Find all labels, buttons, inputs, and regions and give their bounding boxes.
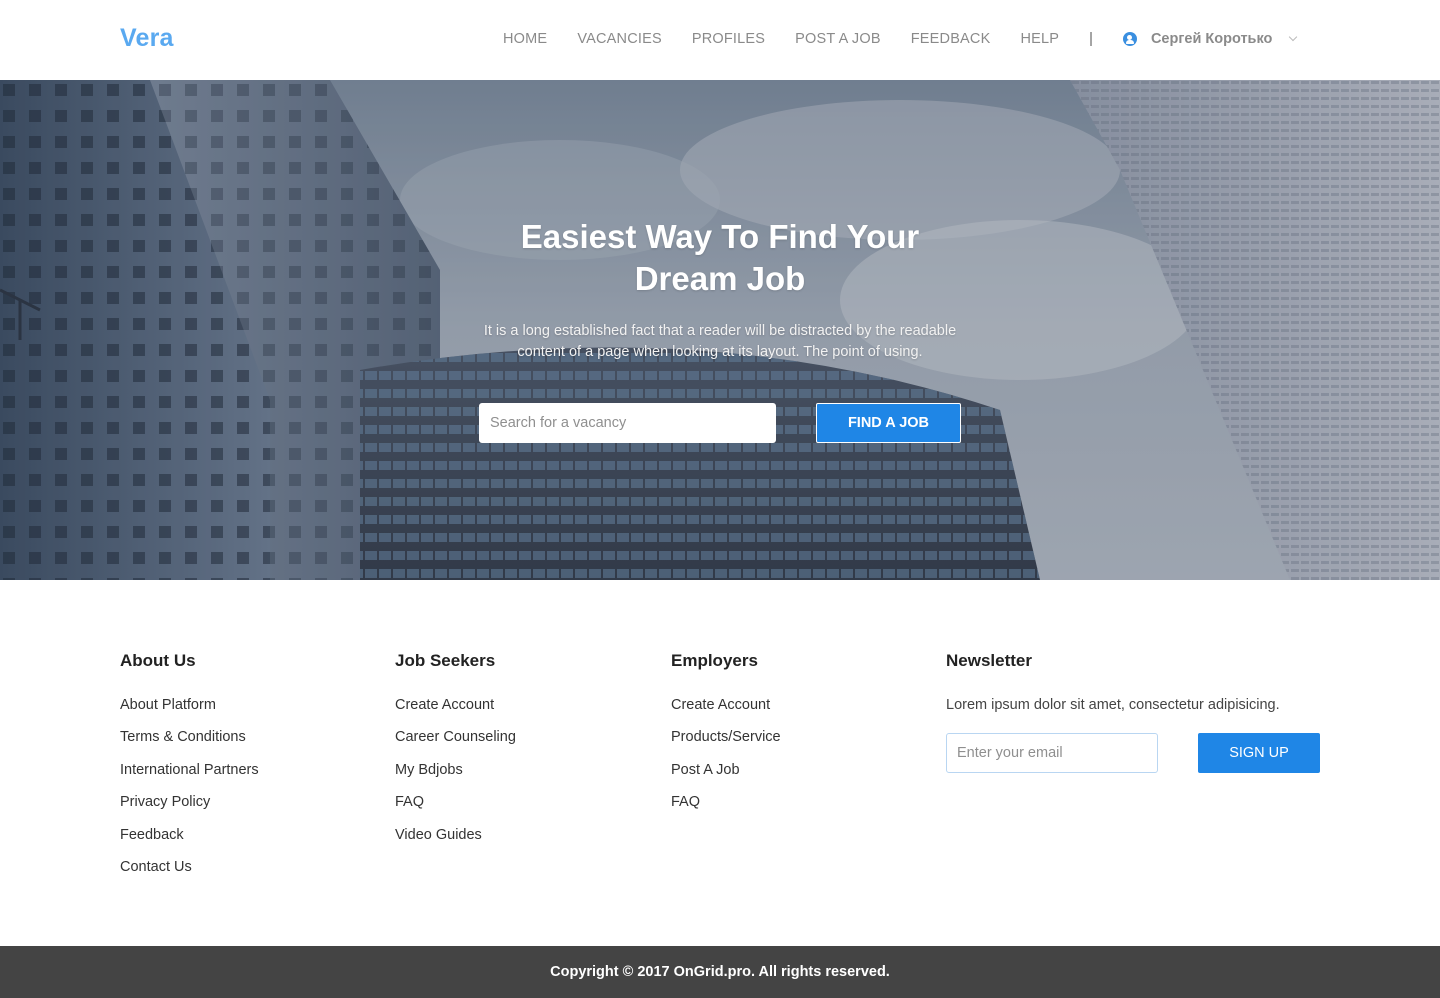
vacancy-search-input[interactable] xyxy=(479,403,776,443)
newsletter-text: Lorem ipsum dolor sit amet, consectetur … xyxy=(946,697,1280,713)
footer-seekers-link[interactable]: Video Guides xyxy=(395,827,482,843)
nav-help[interactable]: HELP xyxy=(1020,31,1059,47)
nav-feedback[interactable]: FEEDBACK xyxy=(911,31,991,47)
footer-about-link[interactable]: Privacy Policy xyxy=(120,794,210,810)
nav-profiles[interactable]: PROFILES xyxy=(692,31,765,47)
footer-seekers-link[interactable]: FAQ xyxy=(395,794,424,810)
hero-section: Easiest Way To Find Your Dream Job It is… xyxy=(0,80,1440,580)
newsletter-email-input[interactable] xyxy=(946,733,1158,773)
nav-post-a-job[interactable]: POST A JOB xyxy=(795,31,881,47)
footer-seekers-link[interactable]: My Bdjobs xyxy=(395,762,463,778)
find-job-button[interactable]: FIND A JOB xyxy=(816,403,961,443)
chevron-down-icon[interactable] xyxy=(1289,32,1298,42)
nav-separator: | xyxy=(1089,31,1093,47)
footer-about-link[interactable]: International Partners xyxy=(120,762,259,778)
hero-title: Easiest Way To Find Your Dream Job xyxy=(420,216,1020,300)
footer-seekers-title: Job Seekers xyxy=(395,651,496,670)
user-name: Сергей Коротько xyxy=(1150,31,1273,47)
footer-newsletter-column: Newsletter Lorem ipsum dolor sit amet, c… xyxy=(946,651,1326,715)
footer-employers-link[interactable]: FAQ xyxy=(671,794,700,810)
footer-about-title: About Us xyxy=(120,651,196,670)
footer-about-link[interactable]: Terms & Conditions xyxy=(120,729,246,745)
user-circle-icon xyxy=(1122,32,1137,46)
footer-employers-link[interactable]: Post A Job xyxy=(671,762,740,778)
nav-home[interactable]: HOME xyxy=(503,31,547,47)
logo[interactable]: Vera xyxy=(120,24,174,53)
footer-employers-link[interactable]: Products/Service xyxy=(671,729,781,745)
footer-seekers-link[interactable]: Create Account xyxy=(395,697,494,713)
nav-vacancies[interactable]: VACANCIES xyxy=(577,31,662,47)
footer-employers-column: Employers Create Account Products/Servic… xyxy=(671,651,781,825)
copyright-text: Copyright © 2017 OnGrid.pro. All rights … xyxy=(550,964,890,980)
footer-about-link[interactable]: About Platform xyxy=(120,697,216,713)
user-menu[interactable]: Сергей Коротько xyxy=(1122,31,1298,47)
footer-employers-title: Employers xyxy=(671,651,758,670)
signup-button[interactable]: SIGN UP xyxy=(1198,733,1320,773)
copyright-bar: Copyright © 2017 OnGrid.pro. All rights … xyxy=(0,946,1440,998)
footer-about-link[interactable]: Contact Us xyxy=(120,859,192,875)
hero-title-line1: Easiest Way To Find Your xyxy=(520,218,920,255)
hero-description: It is a long established fact that a rea… xyxy=(483,323,957,360)
site-header: Vera HOME VACANCIES PROFILES POST A JOB … xyxy=(0,0,1440,80)
footer-about-column: About Us About Platform Terms & Conditio… xyxy=(120,651,259,889)
footer-seekers-column: Job Seekers Create Account Career Counse… xyxy=(395,651,516,857)
footer-employers-link[interactable]: Create Account xyxy=(671,697,770,713)
footer-seekers-link[interactable]: Career Counseling xyxy=(395,729,516,745)
footer-about-link[interactable]: Feedback xyxy=(120,827,184,843)
hero-title-line2: Dream Job xyxy=(634,260,806,297)
main-nav: HOME VACANCIES PROFILES POST A JOB FEEDB… xyxy=(503,31,1298,47)
footer-newsletter-title: Newsletter xyxy=(946,651,1032,670)
